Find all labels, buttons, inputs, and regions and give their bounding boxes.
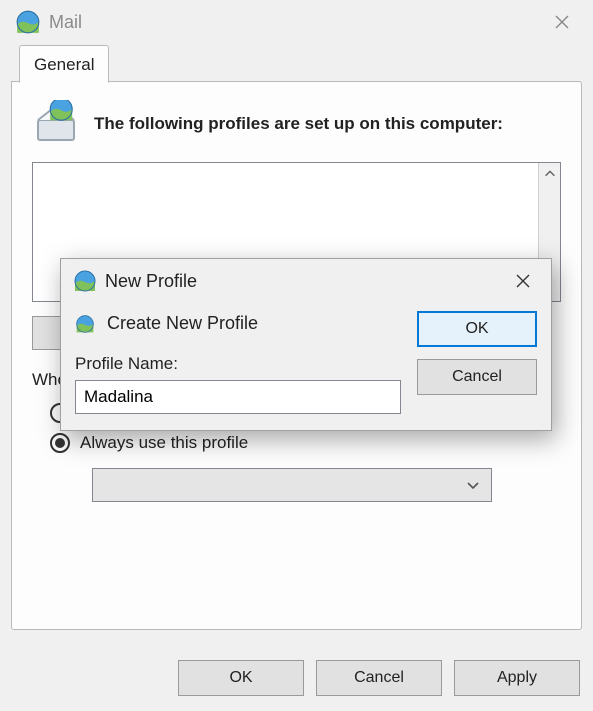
new-profile-icon [73,269,97,293]
new-profile-dialog: New Profile Create New Profile Profile N… [60,258,552,431]
chevron-down-icon [465,477,481,493]
profiles-section-label: The following profiles are set up on thi… [94,114,503,134]
apply-button[interactable]: Apply [454,660,580,696]
globe-icon [75,314,95,334]
new-profile-title: New Profile [105,271,197,292]
profile-dropdown[interactable] [92,468,492,502]
cancel-button[interactable]: Cancel [316,660,442,696]
profile-name-label: Profile Name: [75,354,401,374]
create-new-profile-label: Create New Profile [107,313,258,334]
mail-icon [15,9,41,35]
close-icon[interactable] [542,7,582,37]
cancel-button[interactable]: Cancel [417,359,537,395]
ok-button[interactable]: OK [417,311,537,347]
mail-dialog-buttons: OK Cancel Apply [178,660,580,696]
profile-name-input[interactable] [75,380,401,414]
mail-titlebar: Mail [1,1,592,43]
radio-always-label: Always use this profile [80,433,248,453]
new-profile-titlebar: New Profile [61,259,551,303]
radio-icon [50,433,70,453]
radio-always[interactable]: Always use this profile [50,428,561,458]
close-icon[interactable] [503,266,543,296]
create-new-profile-row: Create New Profile [75,309,401,348]
mail-title: Mail [49,12,82,33]
profiles-icon [32,100,80,148]
profiles-section-head: The following profiles are set up on thi… [32,100,561,148]
ok-button[interactable]: OK [178,660,304,696]
tab-general[interactable]: General [19,45,109,83]
tab-row: General [11,45,582,83]
scroll-up-icon[interactable] [543,167,557,181]
